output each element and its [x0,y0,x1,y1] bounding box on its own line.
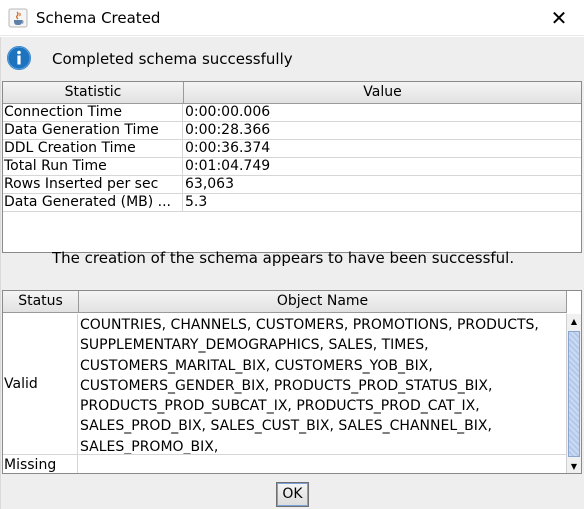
statistic-cell: Data Generation Time [3,122,183,140]
info-icon [7,46,31,70]
statistic-cell: Connection Time [3,104,183,122]
status-message: Completed schema successfully [52,50,293,68]
vertical-scrollbar[interactable]: ▲ ▼ [566,314,581,473]
missing-status-cell[interactable]: Missing [3,455,78,473]
table-row[interactable]: DDL Creation Time 0:00:36.374 [3,140,581,158]
statistic-column-header[interactable]: Statistic [3,82,184,104]
object-name-line: CUSTOMERS_MARITAL_BIX, CUSTOMERS_YOB_BIX… [80,357,433,374]
table-row[interactable]: Connection Time 0:00:00.006 [3,104,581,122]
statistic-cell: DDL Creation Time [3,140,183,158]
table-row[interactable]: Rows Inserted per sec 63,063 [3,176,581,194]
object-name-line: SALES_PROD_BIX, SALES_CUST_BIX, SALES_CH… [80,418,492,435]
value-cell: 63,063 [185,176,234,192]
scroll-thumb[interactable] [568,331,580,457]
result-message: The creation of the schema appears to ha… [52,249,515,267]
statistic-cell: Total Run Time [3,158,183,176]
scroll-up-icon[interactable]: ▲ [567,314,581,329]
ok-button[interactable]: OK [276,482,309,507]
value-cell: 0:01:04.749 [185,158,271,174]
valid-object-names-cell[interactable]: COUNTRIES, CHANNELS, CUSTOMERS, PROMOTIO… [79,315,567,455]
window-title: Schema Created [36,9,161,27]
table-row[interactable]: Data Generation Time 0:00:28.366 [3,122,581,140]
valid-status-cell[interactable]: Valid [3,314,78,455]
object-name-line: PRODUCTS_PROD_SUBCAT_IX, PRODUCTS_PROD_C… [80,398,480,415]
value-cell: 0:00:00.006 [185,104,271,120]
value-cell: 0:00:36.374 [185,140,271,156]
statistic-cell: Data Generated (MB) ... [3,194,183,212]
object-name-line: COUNTRIES, CHANNELS, CUSTOMERS, PROMOTIO… [80,317,539,333]
statistics-table: Statistic Value Connection Time 0:00:00.… [2,81,582,253]
object-name-column-header[interactable]: Object Name [79,291,567,313]
status-column-header[interactable]: Status [3,291,79,313]
close-icon[interactable]: ✕ [548,7,570,29]
value-column-header[interactable]: Value [184,82,581,104]
missing-object-names-cell[interactable] [79,455,567,473]
value-cell: 0:00:28.366 [185,122,271,138]
table-row[interactable]: Data Generated (MB) ... 5.3 [3,194,581,212]
object-name-line: CUSTOMERS_GENDER_BIX, PRODUCTS_PROD_STAT… [80,377,493,394]
java-app-icon [8,8,28,28]
dialog-content: Completed schema successfully Statistic … [0,37,584,509]
object-name-line: SUPPLEMENTARY_DEMOGRAPHICS, SALES, TIMES… [80,337,429,354]
value-cell: 5.3 [185,194,208,210]
scroll-down-icon[interactable]: ▼ [567,459,581,473]
statistic-cell: Rows Inserted per sec [3,176,183,194]
object-status-table: Status Object Name Valid COUNTRIES, CHAN… [2,290,582,474]
title-bar: Schema Created ✕ [0,0,584,36]
table-row[interactable]: Total Run Time 0:01:04.749 [3,158,581,176]
